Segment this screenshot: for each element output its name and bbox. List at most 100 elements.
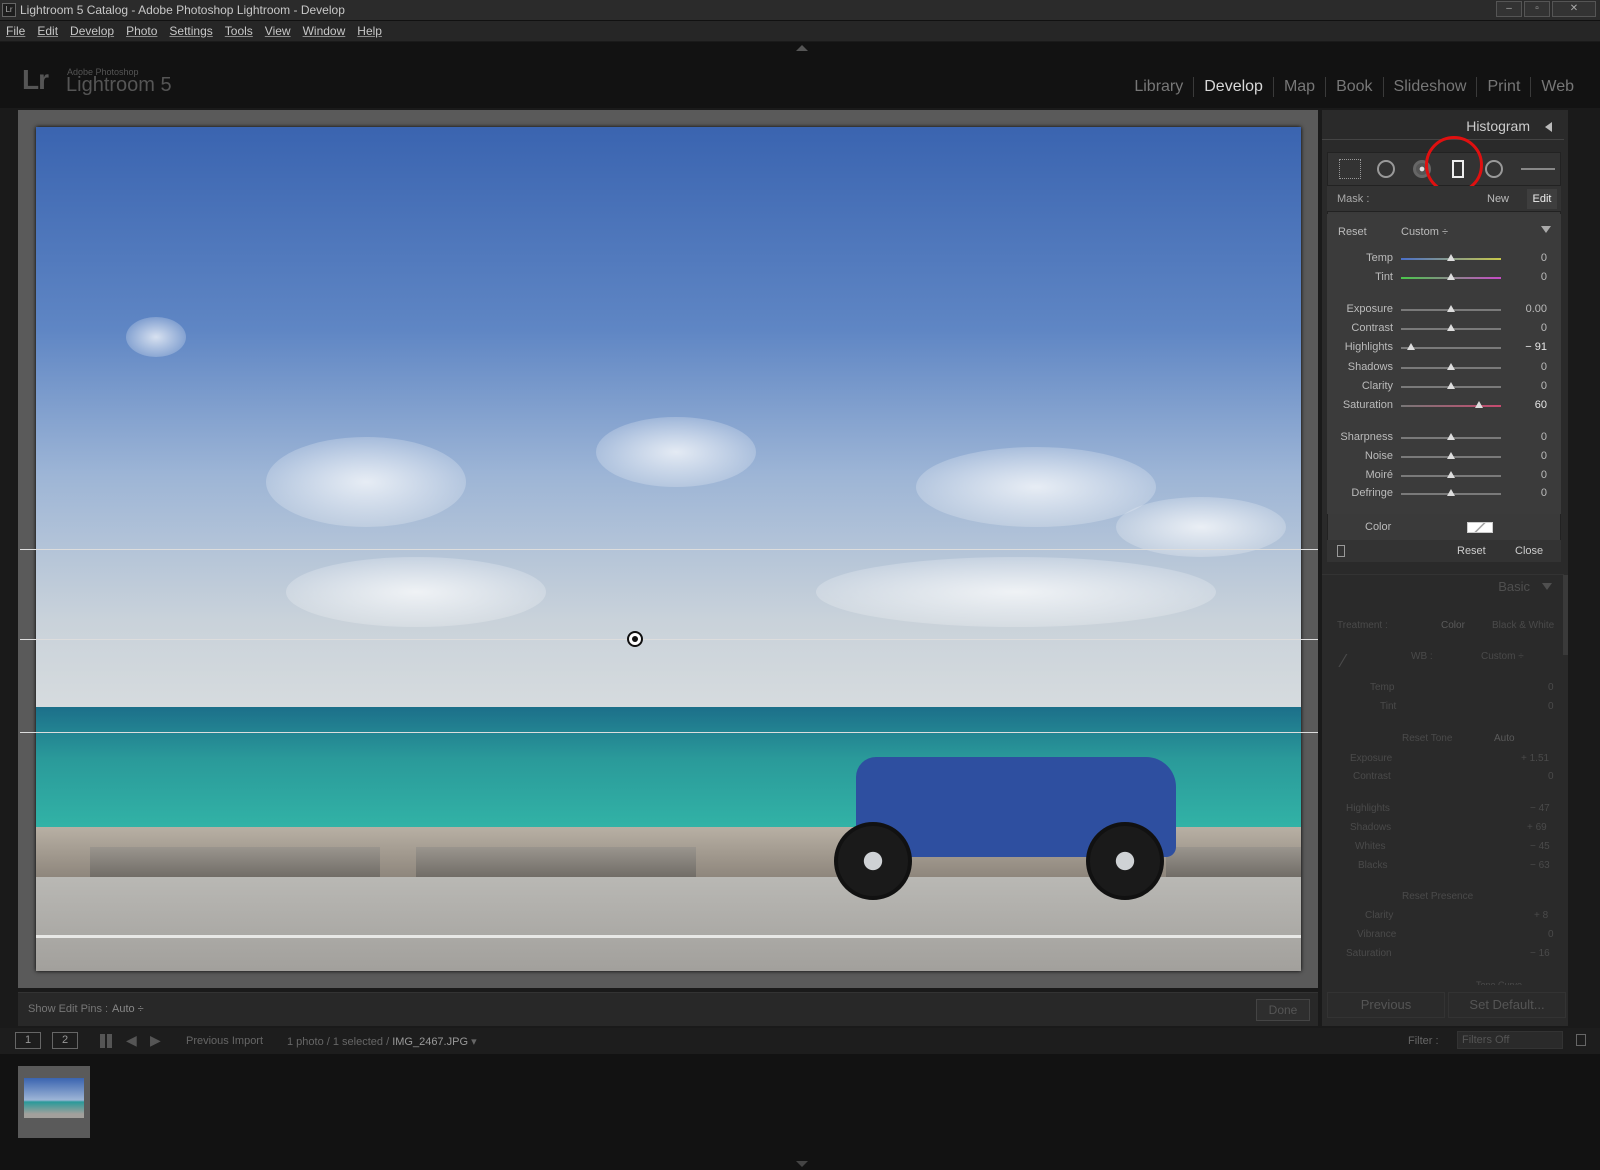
slider-value: − 91 — [1525, 341, 1547, 353]
menu-tools[interactable]: Tools — [225, 24, 253, 38]
slider-row-noise[interactable]: Noise 0 — [1327, 448, 1561, 466]
slider-knob[interactable] — [1447, 254, 1455, 261]
forward-arrow-icon[interactable]: ▶ — [150, 1032, 161, 1049]
slider-knob[interactable] — [1407, 343, 1415, 350]
slider-knob[interactable] — [1447, 489, 1455, 496]
reset-presence-label[interactable]: Reset Presence — [1402, 891, 1473, 902]
slider-row-clarity[interactable]: Clarity 0 — [1327, 378, 1561, 396]
slider-row-highlights[interactable]: Highlights − 91 — [1327, 339, 1561, 357]
color-label: Color — [1365, 521, 1392, 533]
module-map[interactable]: Map — [1272, 77, 1325, 97]
mask-new-button[interactable]: New — [1487, 193, 1509, 205]
menu-help[interactable]: Help — [357, 24, 382, 38]
menu-develop[interactable]: Develop — [70, 24, 114, 38]
menu-edit[interactable]: Edit — [37, 24, 58, 38]
effect-reset-label[interactable]: Reset — [1338, 226, 1367, 238]
module-print[interactable]: Print — [1476, 77, 1530, 97]
monitor-1-button[interactable]: 1 — [15, 1032, 41, 1049]
reset-button[interactable]: Reset — [1457, 545, 1486, 557]
slider-row-saturation[interactable]: Saturation 60 — [1327, 397, 1561, 415]
slider-knob[interactable] — [1447, 471, 1455, 478]
slider-knob[interactable] — [1447, 452, 1455, 459]
basic-panel-header[interactable]: Basic — [1322, 574, 1564, 598]
basic-label: Basic — [1498, 579, 1530, 594]
tone-curve-header[interactable]: Tone Curve — [1476, 980, 1522, 985]
basic-whites-label: Whites — [1355, 841, 1386, 852]
effect-preset-select[interactable]: Custom ÷ — [1401, 226, 1448, 238]
slider-knob[interactable] — [1447, 363, 1455, 370]
filter-select[interactable]: Filters Off — [1457, 1031, 1563, 1049]
slider-row-shadows[interactable]: Shadows 0 — [1327, 359, 1561, 377]
monitor-2-button[interactable]: 2 — [52, 1032, 78, 1049]
graduated-filter-center-line[interactable] — [20, 639, 1318, 640]
module-book[interactable]: Book — [1325, 77, 1382, 97]
color-swatch[interactable] — [1467, 522, 1493, 533]
treatment-bw[interactable]: Black & White — [1492, 620, 1554, 631]
module-web[interactable]: Web — [1530, 77, 1584, 97]
mask-edit-button[interactable]: Edit — [1527, 189, 1557, 209]
close-button[interactable]: ✕ — [1552, 1, 1596, 17]
adjustment-brush-tool[interactable] — [1518, 158, 1558, 180]
slider-row-sharpness[interactable]: Sharpness 0 — [1327, 429, 1561, 447]
slider-row-contrast[interactable]: Contrast 0 — [1327, 320, 1561, 338]
minimize-button[interactable]: – — [1496, 1, 1522, 17]
panel-bottom-buttons: Previous Set Default... — [1322, 992, 1568, 1022]
panel-footer: Reset Close — [1327, 540, 1561, 562]
slider-knob[interactable] — [1447, 382, 1455, 389]
set-default-button[interactable]: Set Default... — [1448, 992, 1566, 1018]
slider-track[interactable] — [1401, 347, 1501, 349]
treatment-color[interactable]: Color — [1441, 620, 1465, 631]
module-library[interactable]: Library — [1124, 77, 1193, 97]
toggle-switch-icon[interactable] — [1337, 545, 1345, 557]
panel-menu-icon[interactable] — [1541, 226, 1551, 233]
collapse-left-icon[interactable] — [1545, 122, 1552, 132]
slider-knob[interactable] — [1447, 305, 1455, 312]
maximize-button[interactable]: ▫ — [1524, 1, 1550, 17]
spot-removal-tool[interactable] — [1374, 158, 1398, 180]
back-arrow-icon[interactable]: ◀ — [126, 1032, 137, 1049]
reset-tone-label[interactable]: Reset Tone — [1402, 733, 1452, 744]
previous-button[interactable]: Previous — [1327, 992, 1445, 1018]
menu-photo[interactable]: Photo — [126, 24, 157, 38]
slider-knob[interactable] — [1447, 433, 1455, 440]
done-button[interactable]: Done — [1256, 999, 1310, 1021]
menu-settings[interactable]: Settings — [169, 24, 212, 38]
show-edit-pins-select[interactable]: Auto ÷ — [112, 1003, 144, 1015]
photo-road-line — [36, 935, 1301, 938]
slider-row-exposure[interactable]: Exposure 0.00 — [1327, 301, 1561, 319]
menu-file[interactable]: File — [6, 24, 25, 38]
bottom-panel-toggle-icon[interactable] — [796, 1161, 808, 1167]
module-develop[interactable]: Develop — [1193, 77, 1273, 97]
histogram-header[interactable]: Histogram — [1322, 112, 1564, 140]
expand-icon[interactable] — [1542, 583, 1552, 590]
wb-select[interactable]: Custom ÷ — [1481, 651, 1524, 662]
slider-track[interactable] — [1401, 405, 1501, 407]
filmstrip-thumbnail[interactable] — [18, 1066, 90, 1138]
close-button[interactable]: Close — [1515, 545, 1543, 557]
menu-window[interactable]: Window — [303, 24, 346, 38]
module-slideshow[interactable]: Slideshow — [1382, 77, 1477, 97]
auto-tone-button[interactable]: Auto — [1494, 733, 1515, 744]
slider-knob[interactable] — [1447, 324, 1455, 331]
slider-knob[interactable] — [1447, 273, 1455, 280]
slider-knob[interactable] — [1475, 401, 1483, 408]
slider-row-tint[interactable]: Tint 0 — [1327, 269, 1561, 287]
edit-pin-icon[interactable] — [627, 631, 643, 647]
panel-scrollbar[interactable] — [1563, 575, 1568, 655]
eyedropper-icon[interactable]: ⁄ — [1342, 651, 1345, 672]
graduated-filter-bottom-line[interactable] — [20, 732, 1318, 733]
crop-tool[interactable] — [1338, 158, 1362, 180]
slider-row-temp[interactable]: Temp 0 — [1327, 250, 1561, 268]
source-label[interactable]: Previous Import — [186, 1035, 263, 1047]
slider-row-defringe[interactable]: Defringe 0 — [1327, 485, 1561, 503]
file-name[interactable]: IMG_2467.JPG — [392, 1036, 468, 1048]
radial-filter-tool[interactable] — [1482, 158, 1506, 180]
top-panel-toggle-icon[interactable] — [796, 45, 808, 51]
slider-row-moir[interactable]: Moiré 0 — [1327, 467, 1561, 485]
slider-label: Temp — [1366, 252, 1393, 264]
filter-lock-icon[interactable] — [1576, 1034, 1586, 1046]
menu-view[interactable]: View — [265, 24, 291, 38]
photo-wall — [90, 847, 380, 879]
grid-view-icon[interactable] — [100, 1034, 114, 1048]
graduated-filter-top-line[interactable] — [20, 549, 1318, 550]
